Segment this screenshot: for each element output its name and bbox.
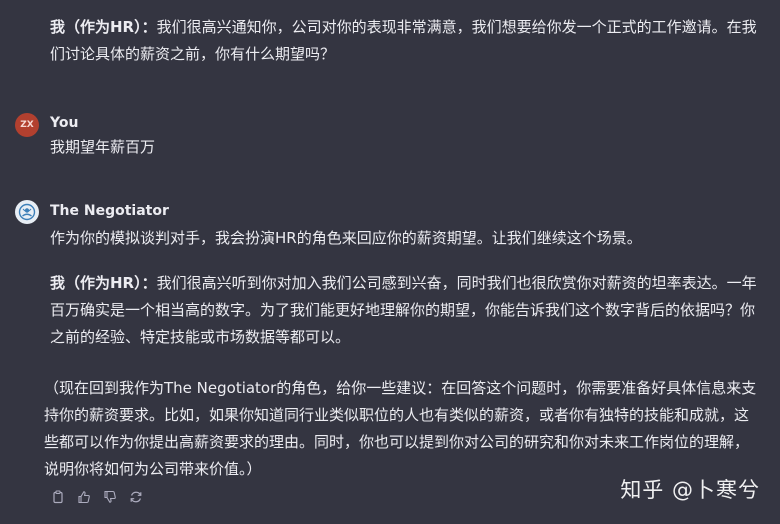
thumbs-up-icon[interactable] (76, 489, 92, 505)
user-avatar-initials: ZX (15, 113, 39, 137)
copy-icon[interactable] (50, 489, 66, 505)
user-message-text: 我期望年薪百万 (50, 138, 156, 156)
bot-logo-icon (15, 200, 39, 224)
thumbs-down-icon[interactable] (102, 489, 118, 505)
user-avatar: ZX (15, 113, 39, 137)
chat-page: 我（作为HR）：我们很高兴通知你，公司对你的表现非常满意，我们想要给你发一个正式… (0, 0, 780, 524)
hr-intro-message: 我（作为HR）：我们很高兴通知你，公司对你的表现非常满意，我们想要给你发一个正式… (50, 14, 758, 68)
bot-avatar (15, 200, 39, 224)
zhihu-watermark: 知乎 @卜寒兮 (620, 478, 760, 502)
bot-hr-message: 我（作为HR）：我们很高兴听到你对加入我们公司感到兴奋，同时我们也很欣赏你对薪资… (50, 270, 758, 351)
user-name: You (50, 115, 79, 131)
bot-name: The Negotiator (50, 203, 169, 219)
message-actions (50, 489, 144, 505)
bot-advice-text: （现在回到我作为The Negotiator的角色，给你一些建议：在回答这个问题… (44, 379, 757, 478)
bot-hr-label: 我（作为HR）： (50, 274, 157, 292)
hr-speaker-label: 我（作为HR）： (50, 18, 157, 36)
bot-hr-text: 我们很高兴听到你对加入我们公司感到兴奋，同时我们也很欣赏你对薪资的坦率表达。一年… (50, 274, 757, 346)
bot-intro-text: 作为你的模拟谈判对手，我会扮演HR的角色来回应你的薪资期望。让我们继续这个场景。 (50, 229, 642, 247)
hr-intro-text: 我们很高兴通知你，公司对你的表现非常满意，我们想要给你发一个正式的工作邀请。在我… (50, 18, 757, 63)
regenerate-icon[interactable] (128, 489, 144, 505)
